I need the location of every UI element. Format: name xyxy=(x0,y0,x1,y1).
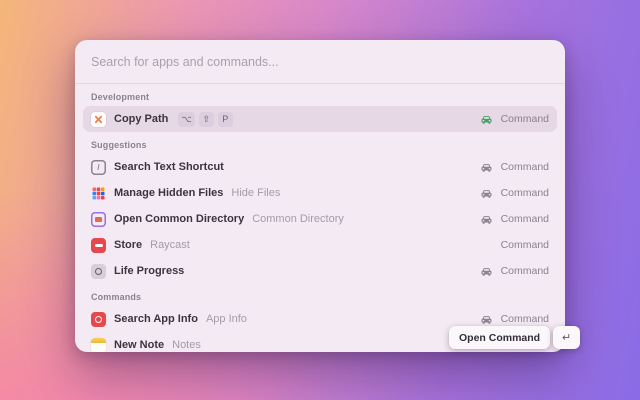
key-cap: ⌥ xyxy=(178,111,195,127)
item-type-label: Command xyxy=(500,187,549,199)
car-gray-icon xyxy=(480,213,493,226)
list-item-manage-hidden-files[interactable]: Manage Hidden Files Hide Files Command xyxy=(83,180,557,206)
list-item-store[interactable]: Store Raycast Command xyxy=(83,232,557,258)
launcher-window: Development Copy Path ⌥⇧P Command Suggestion… xyxy=(75,40,565,352)
enter-key-glyph: ↵ xyxy=(561,332,572,344)
item-title: Search App Info xyxy=(114,313,198,325)
app-info-icon xyxy=(91,311,106,327)
new-note-icon xyxy=(91,337,106,352)
key-cap: ⇧ xyxy=(198,111,214,127)
car-gray-icon xyxy=(480,313,493,326)
item-subtitle: Common Directory xyxy=(252,213,344,225)
enter-key-icon: ↵ xyxy=(553,326,581,349)
search-bar xyxy=(75,40,565,84)
car-gray-icon xyxy=(480,265,493,278)
item-title: Life Progress xyxy=(114,265,185,277)
list-item-open-common-directory[interactable]: Open Common Directory Common Directory Com… xyxy=(83,206,557,232)
list-item-copy-path[interactable]: Copy Path ⌥ ⇧ P Command xyxy=(83,106,557,132)
key-cap: P xyxy=(217,111,233,127)
item-type-label: Command xyxy=(500,213,549,225)
item-subtitle: Raycast xyxy=(150,239,190,251)
item-subtitle: App Info xyxy=(205,313,247,325)
search-input[interactable] xyxy=(91,54,549,69)
section-header-development: Development xyxy=(91,92,150,102)
item-subtitle: Hide Files xyxy=(231,187,281,199)
list-item-search-text-shortcut[interactable]: / Search Text Shortcut Command xyxy=(83,154,557,180)
list-item-life-progress[interactable]: Life Progress Command xyxy=(83,258,557,284)
item-title: Manage Hidden Files xyxy=(114,187,224,199)
car-green-icon xyxy=(480,113,493,126)
item-title: Copy Path xyxy=(114,113,169,125)
open-command-button[interactable]: Open Command xyxy=(449,326,551,349)
item-title: Open Common Directory xyxy=(114,213,245,225)
item-subtitle: Notes xyxy=(172,339,201,351)
desktop-background: Development Copy Path ⌥⇧P Command Suggestion… xyxy=(0,0,640,400)
item-title: New Note xyxy=(114,339,165,351)
open-command-label: Open Command xyxy=(459,331,541,344)
text-shortcut-icon: / xyxy=(91,160,106,175)
open-command-hint: Open Command ↵ xyxy=(449,326,581,349)
section-header-suggestions: Suggestions xyxy=(91,140,147,150)
car-gray-icon xyxy=(480,187,493,200)
item-type-label: Command xyxy=(500,239,549,251)
car-gray-icon xyxy=(480,161,493,174)
shortcut-keys: ⌥ ⇧ P xyxy=(178,111,233,127)
item-title: Search Text Shortcut xyxy=(114,161,224,173)
results-list: Development Copy Path ⌥ ⇧ P Command Suggestion… xyxy=(75,84,565,352)
store-icon xyxy=(91,237,106,253)
section-header-commands: Commands xyxy=(91,292,142,302)
directory-icon xyxy=(91,212,106,227)
item-type-label: Command xyxy=(500,313,549,325)
life-progress-icon xyxy=(91,263,106,279)
item-title: Store xyxy=(114,239,143,251)
mosaic-icon xyxy=(91,186,106,201)
item-type-label: Command xyxy=(500,161,549,173)
item-type-label: Command xyxy=(500,113,549,125)
copy-path-icon xyxy=(91,111,106,127)
item-type-label: Command xyxy=(500,265,549,277)
